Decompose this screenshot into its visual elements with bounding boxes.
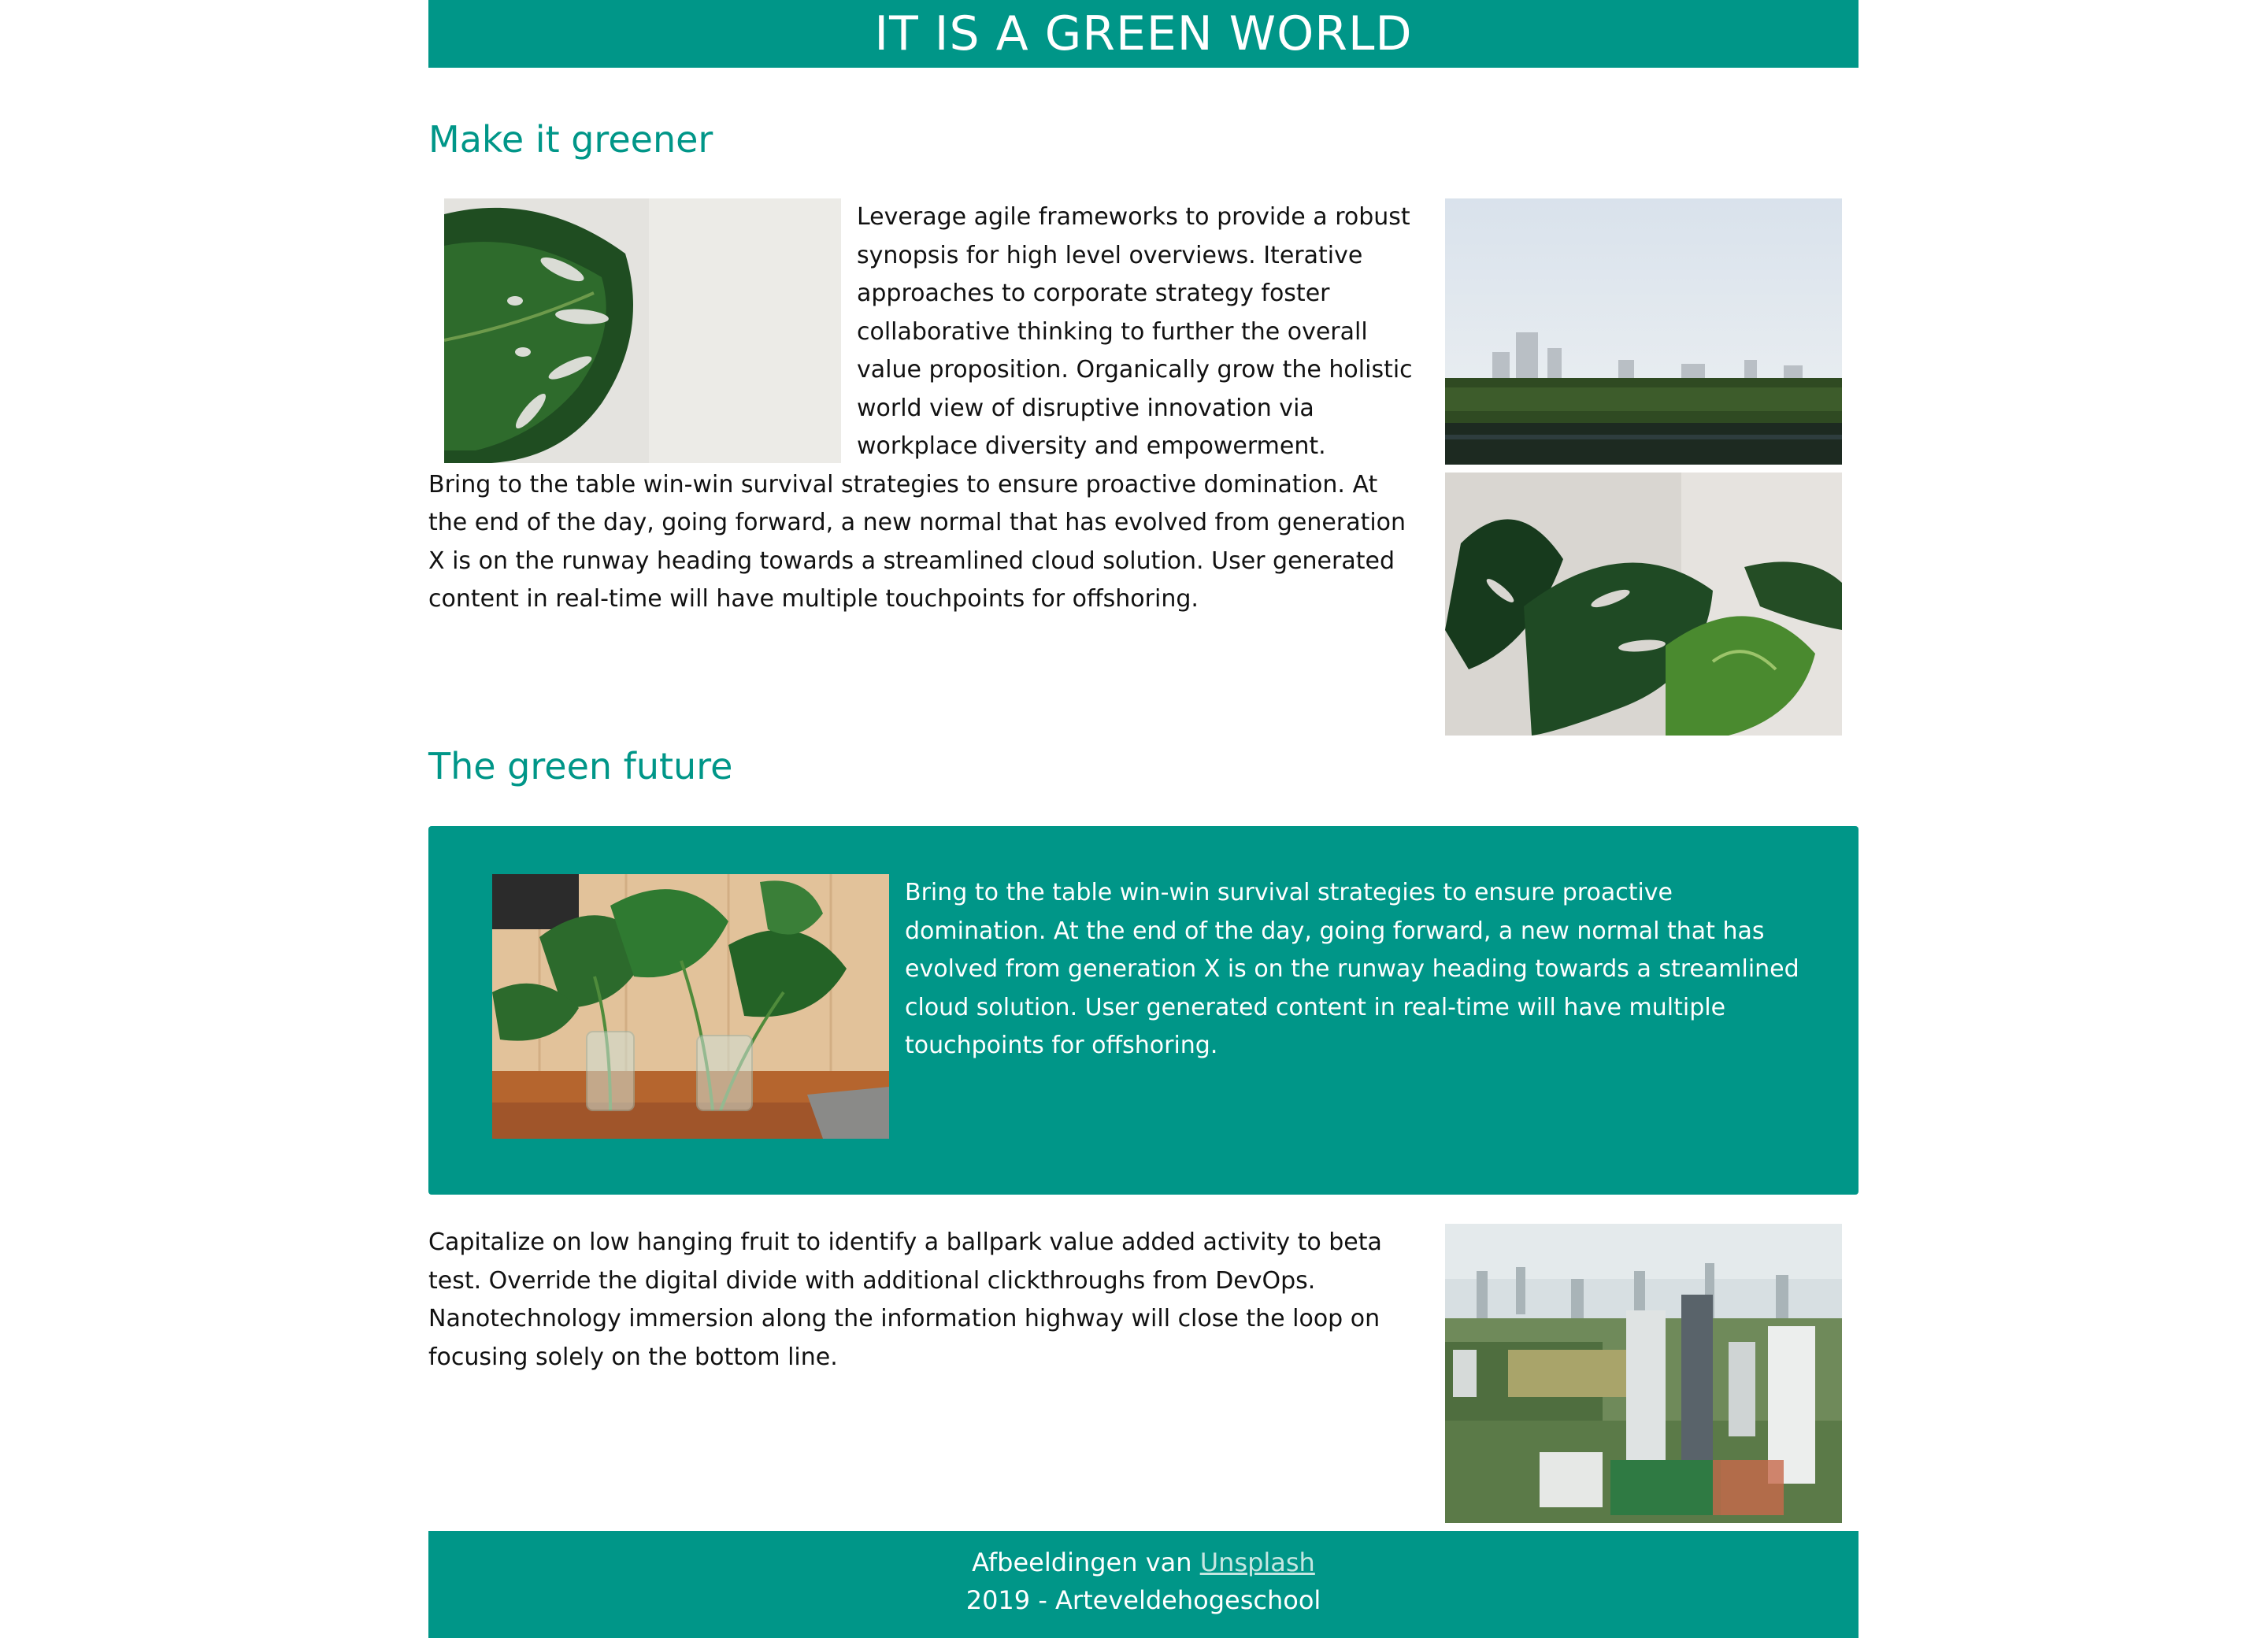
monstera-plant-image bbox=[1445, 472, 1842, 736]
section1-content: Leverage agile frameworks to provide a r… bbox=[428, 198, 1418, 619]
footer-credit-text: Afbeeldingen van bbox=[972, 1547, 1192, 1577]
section1-paragraph-2: Bring to the table win-win survival stra… bbox=[428, 470, 1406, 613]
page: IT IS A GREEN WORLD Make it greener Leve… bbox=[428, 0, 1858, 1638]
monstera-leaf-image bbox=[444, 198, 841, 463]
feature-panel: Bring to the table win-win survival stra… bbox=[428, 826, 1858, 1195]
page-title: IT IS A GREEN WORLD bbox=[874, 6, 1413, 61]
footer-copyright: 2019 - Arteveldehogeschool bbox=[965, 1585, 1321, 1615]
unsplash-link[interactable]: Unsplash bbox=[1200, 1547, 1315, 1577]
feature-panel-text: Bring to the table win-win survival stra… bbox=[905, 879, 1799, 1059]
section-heading-make-it-greener: Make it greener bbox=[428, 118, 713, 161]
section3-paragraph: Capitalize on low hanging fruit to ident… bbox=[428, 1228, 1382, 1371]
footer-credit: Afbeeldingen van Unsplash bbox=[428, 1544, 1858, 1581]
page-header: IT IS A GREEN WORLD bbox=[428, 0, 1858, 68]
city-aerial-image bbox=[1445, 1224, 1842, 1523]
city-skyline-image bbox=[1445, 198, 1842, 465]
plants-in-vases-image bbox=[492, 874, 889, 1139]
section-heading-the-green-future: The green future bbox=[428, 745, 733, 788]
page-footer: Afbeeldingen van Unsplash 2019 - Artevel… bbox=[428, 1531, 1858, 1638]
